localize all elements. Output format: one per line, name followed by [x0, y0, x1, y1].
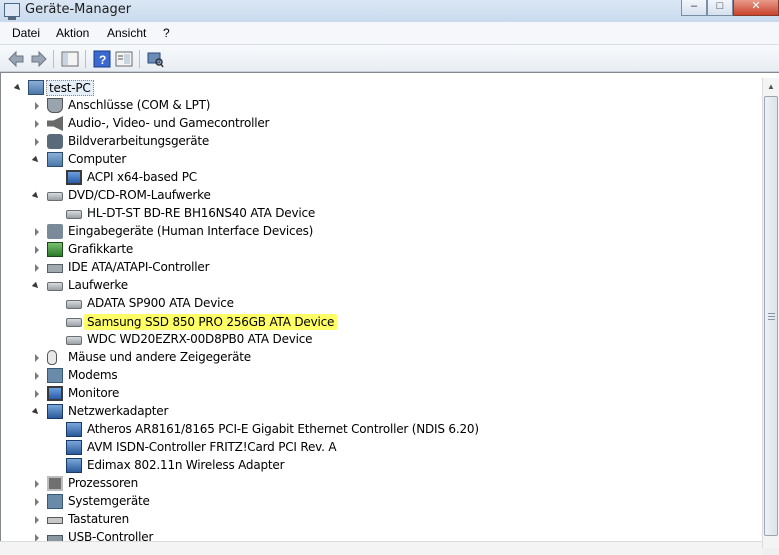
expanded-arrow-icon[interactable]	[31, 191, 41, 201]
monitor-icon	[47, 386, 63, 401]
tree-item-label: Anschlüsse (COM & LPT)	[68, 98, 211, 112]
collapsed-arrow-icon[interactable]	[35, 372, 39, 380]
horizontal-scrollbar[interactable]	[0, 541, 762, 555]
tree-item-label: HL-DT-ST BD-RE BH16NS40 ATA Device	[87, 206, 316, 220]
svg-text:?: ?	[99, 53, 106, 67]
toolbar-separator	[85, 50, 86, 68]
processor-icon	[47, 476, 63, 491]
tree-item-label: Modems	[68, 368, 118, 382]
camera-icon	[47, 134, 63, 149]
root-label: test-PC	[46, 80, 94, 96]
scroll-up-arrow-icon[interactable]: ▲	[767, 82, 775, 91]
toolbar: ?	[0, 45, 779, 72]
minimize-button[interactable]: –	[681, 0, 707, 16]
properties-icon[interactable]	[115, 50, 133, 68]
tree-item-label: DVD/CD-ROM-Laufwerke	[68, 188, 211, 202]
disk-drive-icon	[66, 300, 82, 309]
collapsed-arrow-icon[interactable]	[35, 498, 39, 506]
tree-item-label: AVM ISDN-Controller FRITZ!Card PCI Rev. …	[87, 440, 337, 454]
tree-item-label: Monitore	[68, 386, 120, 400]
tree-item-label: Samsung SSD 850 PRO 256GB ATA Device	[84, 314, 338, 330]
tree-item-label: Netzwerkadapter	[68, 404, 169, 418]
menu-help[interactable]: ?	[163, 26, 170, 40]
collapsed-arrow-icon[interactable]	[35, 264, 39, 272]
back-arrow-icon[interactable]	[8, 50, 26, 68]
device-tree[interactable]: test-PC Anschlüsse (COM & LPT) Audio-, Vi…	[0, 72, 779, 548]
grip-line	[768, 316, 775, 317]
keyboard-icon	[47, 517, 63, 524]
computer-icon	[47, 152, 63, 167]
speaker-icon	[47, 116, 63, 131]
tree-item-label: Computer	[68, 152, 127, 166]
network-adapter-icon	[66, 458, 82, 473]
tree-item-label: Audio-, Video- und Gamecontroller	[68, 116, 270, 130]
collapsed-arrow-icon[interactable]	[35, 120, 39, 128]
scroll-thumb[interactable]	[764, 96, 778, 536]
tree-item-label: Laufwerke	[68, 278, 128, 292]
tree-item-label: ADATA SP900 ATA Device	[87, 296, 234, 310]
tree-item-label: Prozessoren	[68, 476, 139, 490]
disk-drive-icon	[66, 318, 82, 327]
port-icon	[47, 98, 63, 113]
tree-item-label: ACPI x64-based PC	[87, 170, 197, 184]
device-manager-icon	[4, 3, 20, 20]
tree-item-label: IDE ATA/ATAPI-Controller	[68, 260, 210, 274]
tree-item-label: Atheros AR8161/8165 PCI-E Gigabit Ethern…	[87, 422, 479, 436]
graphics-card-icon	[47, 242, 63, 257]
help-icon[interactable]: ?	[93, 50, 111, 68]
maximize-button[interactable]: □	[707, 0, 733, 16]
menu-aktion[interactable]: Aktion	[56, 26, 89, 40]
collapsed-arrow-icon[interactable]	[35, 102, 39, 110]
collapsed-arrow-icon[interactable]	[35, 246, 39, 254]
modem-icon	[47, 368, 63, 383]
collapsed-arrow-icon[interactable]	[35, 228, 39, 236]
tree-item-label: Grafikkarte	[68, 242, 134, 256]
expanded-arrow-icon[interactable]	[13, 83, 23, 93]
tree-item-label: Edimax 802.11n Wireless Adapter	[87, 458, 285, 472]
scan-hardware-icon[interactable]	[146, 50, 164, 68]
system-device-icon	[47, 494, 63, 509]
collapsed-arrow-icon[interactable]	[35, 480, 39, 488]
expanded-arrow-icon[interactable]	[31, 407, 41, 417]
collapsed-arrow-icon[interactable]	[35, 138, 39, 146]
grip-line	[768, 313, 775, 314]
tree-item-label: Mäuse und andere Zeigegeräte	[68, 350, 251, 364]
collapsed-arrow-icon[interactable]	[35, 354, 39, 362]
console-tree-icon[interactable]	[61, 50, 79, 68]
mouse-icon	[47, 350, 57, 365]
title-bar: Geräte-Manager – □ ✕	[0, 0, 779, 22]
monitor-icon	[66, 170, 82, 185]
network-adapter-icon	[66, 422, 82, 437]
optical-drive-icon	[66, 210, 82, 219]
disk-drive-icon	[66, 336, 82, 345]
optical-drive-icon	[47, 192, 63, 201]
tree-item-label: Tastaturen	[68, 512, 129, 526]
ide-controller-icon	[47, 264, 63, 273]
tree-item-label: Eingabegeräte (Human Interface Devices)	[68, 224, 314, 238]
expanded-arrow-icon[interactable]	[31, 281, 41, 291]
menu-datei[interactable]: Datei	[12, 26, 40, 40]
grip-line	[768, 319, 775, 320]
window-title: Geräte-Manager	[25, 2, 132, 17]
computer-icon	[28, 80, 44, 95]
menu-ansicht[interactable]: Ansicht	[107, 26, 146, 40]
tree-item-label: WDC WD20EZRX-00D8PB0 ATA Device	[87, 332, 313, 346]
menu-bar: Datei Aktion Ansicht ?	[0, 22, 779, 45]
tree-item-label: Systemgeräte	[68, 494, 150, 508]
toolbar-separator	[139, 50, 140, 68]
forward-arrow-icon[interactable]	[29, 50, 47, 68]
network-adapter-icon	[66, 440, 82, 455]
expanded-arrow-icon[interactable]	[31, 155, 41, 165]
vertical-scrollbar[interactable]: ▲	[762, 78, 779, 548]
hid-icon	[47, 224, 63, 239]
disk-drive-icon	[47, 282, 63, 291]
collapsed-arrow-icon[interactable]	[35, 390, 39, 398]
toolbar-separator	[53, 50, 54, 68]
tree-item-label: Bildverarbeitungsgeräte	[68, 134, 210, 148]
close-button[interactable]: ✕	[733, 0, 779, 16]
collapsed-arrow-icon[interactable]	[35, 516, 39, 524]
network-adapter-icon	[47, 404, 63, 419]
